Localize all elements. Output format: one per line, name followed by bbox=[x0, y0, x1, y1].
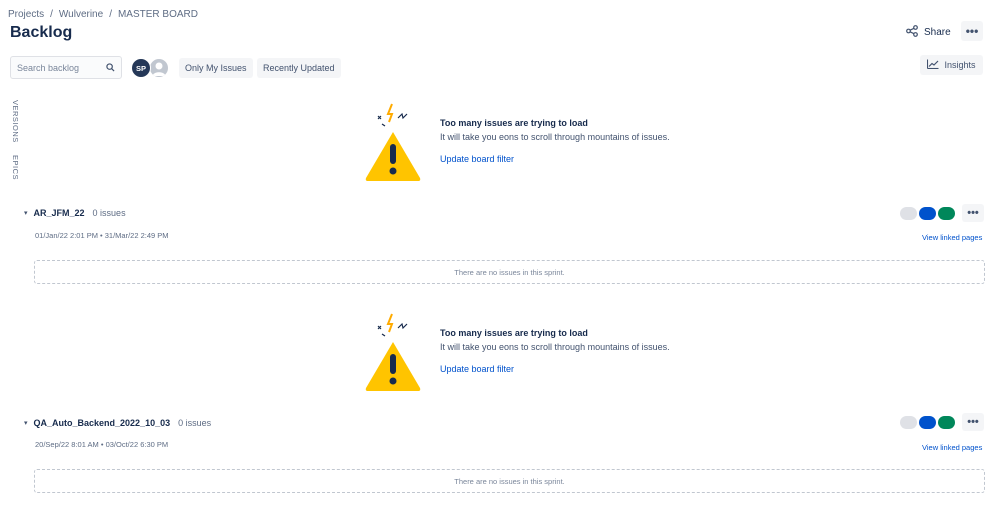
status-done-indicator bbox=[938, 207, 955, 220]
status-todo-indicator bbox=[900, 207, 917, 220]
more-actions-button[interactable]: ••• bbox=[961, 21, 983, 41]
search-icon bbox=[106, 63, 115, 72]
warning-description: It will take you eons to scroll through … bbox=[440, 342, 670, 352]
share-icon bbox=[906, 24, 918, 40]
warning-title: Too many issues are trying to load bbox=[440, 118, 588, 128]
sprint-dates: 01/Jan/22 2:01 PM • 31/Mar/22 2:49 PM bbox=[35, 231, 169, 240]
chevron-down-icon[interactable]: ▾ bbox=[24, 209, 28, 217]
insights-button[interactable]: Insights bbox=[920, 55, 983, 75]
chart-line-icon bbox=[927, 59, 939, 71]
too-many-issues-warning: Too many issues are trying to load It wi… bbox=[360, 100, 670, 184]
breadcrumb-wulverine[interactable]: Wulverine bbox=[59, 9, 103, 20]
sprint-empty-dropzone: There are no issues in this sprint. bbox=[34, 260, 985, 284]
recently-updated-filter[interactable]: Recently Updated bbox=[257, 58, 341, 78]
sprint-header[interactable]: ▾ QA_Auto_Backend_2022_10_03 0 issues bbox=[24, 418, 211, 428]
breadcrumb-projects[interactable]: Projects bbox=[8, 9, 44, 20]
sprint-status-indicators bbox=[900, 416, 955, 429]
share-button[interactable]: Share bbox=[906, 22, 951, 42]
sprint-name: AR_JFM_22 bbox=[33, 208, 85, 218]
versions-tab[interactable]: VERSIONS bbox=[11, 100, 20, 143]
epics-tab[interactable]: EPICS bbox=[11, 155, 20, 180]
warning-triangle-icon bbox=[360, 100, 426, 184]
sprint-status-indicators bbox=[900, 207, 955, 220]
update-board-filter-link[interactable]: Update board filter bbox=[440, 154, 514, 164]
avatar[interactable]: SP bbox=[131, 58, 151, 78]
only-my-issues-filter[interactable]: Only My Issues bbox=[179, 58, 253, 78]
sprint-more-button[interactable]: ••• bbox=[962, 204, 984, 222]
search-input[interactable] bbox=[17, 62, 103, 73]
breadcrumb-separator: / bbox=[109, 9, 112, 20]
avatar-default-user-icon[interactable] bbox=[149, 58, 169, 78]
warning-description: It will take you eons to scroll through … bbox=[440, 132, 670, 142]
insights-label: Insights bbox=[944, 60, 976, 70]
search-field[interactable] bbox=[10, 56, 122, 79]
status-todo-indicator bbox=[900, 416, 917, 429]
breadcrumb: Projects / Wulverine / MASTER BOARD bbox=[8, 9, 198, 20]
status-done-indicator bbox=[938, 416, 955, 429]
page-title: Backlog bbox=[10, 24, 73, 41]
sprint-dates: 20/Sep/22 8:01 AM • 03/Oct/22 6:30 PM bbox=[35, 440, 169, 449]
sprint-issue-count: 0 issues bbox=[92, 208, 126, 218]
warning-triangle-icon bbox=[360, 310, 426, 394]
status-in-progress-indicator bbox=[919, 416, 936, 429]
share-label: Share bbox=[924, 26, 951, 38]
sprint-issue-count: 0 issues bbox=[178, 418, 212, 428]
too-many-issues-warning: Too many issues are trying to load It wi… bbox=[360, 310, 670, 394]
sprint-name: QA_Auto_Backend_2022_10_03 bbox=[33, 418, 171, 428]
breadcrumb-separator: / bbox=[50, 9, 53, 20]
update-board-filter-link[interactable]: Update board filter bbox=[440, 364, 514, 374]
sprint-header[interactable]: ▾ AR_JFM_22 0 issues bbox=[24, 208, 126, 218]
sprint-empty-dropzone: There are no issues in this sprint. bbox=[34, 469, 985, 493]
chevron-down-icon[interactable]: ▾ bbox=[24, 419, 28, 427]
warning-title: Too many issues are trying to load bbox=[440, 328, 588, 338]
breadcrumb-master-board[interactable]: MASTER BOARD bbox=[118, 9, 198, 20]
view-linked-pages-link[interactable]: View linked pages bbox=[922, 443, 982, 452]
view-linked-pages-link[interactable]: View linked pages bbox=[922, 233, 982, 242]
status-in-progress-indicator bbox=[919, 207, 936, 220]
sprint-more-button[interactable]: ••• bbox=[962, 413, 984, 431]
